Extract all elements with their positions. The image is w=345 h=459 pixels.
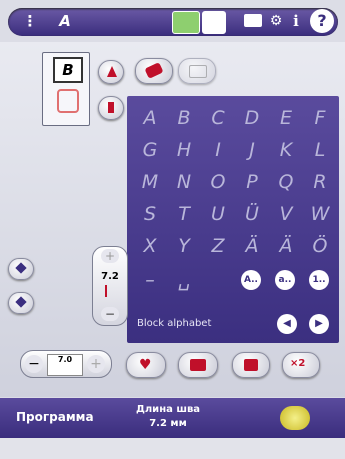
settings-icon[interactable]: ⚙	[266, 12, 286, 30]
letter-key[interactable]: X	[133, 230, 167, 262]
space-key[interactable]: ␣	[167, 264, 201, 296]
page-icon	[189, 65, 207, 78]
letter-key[interactable]: T	[167, 198, 201, 230]
alphabet-menu-label: A	[59, 12, 71, 30]
needle-stop-button[interactable]	[98, 96, 124, 120]
footer-strip	[0, 438, 345, 459]
letter-key[interactable]: Z	[201, 230, 235, 262]
width-plus-button[interactable]: +	[101, 249, 119, 263]
letter-key[interactable]: D	[235, 102, 269, 134]
letter-key[interactable]: P	[235, 166, 269, 198]
letter-key[interactable]: Ü	[235, 198, 269, 230]
letter-key[interactable]: V	[269, 198, 303, 230]
length-value: 7.0	[47, 354, 83, 376]
width-value: 7.2	[101, 271, 119, 282]
font-name-label: Block alphabet	[137, 318, 212, 329]
mirror-up-button[interactable]	[8, 258, 34, 280]
letter-key[interactable]: A	[133, 102, 167, 134]
repeat-icon: ×2	[290, 358, 306, 369]
length-title: Длина шва	[135, 404, 201, 415]
letter-key[interactable]: U	[201, 198, 235, 230]
color-icon	[244, 359, 258, 371]
width-minus-button[interactable]: −	[101, 307, 119, 321]
sew-mode-icon[interactable]	[172, 11, 200, 34]
presser-foot-icon[interactable]	[280, 406, 310, 430]
letter-key[interactable]: S	[133, 198, 167, 230]
letter-key[interactable]: Ä	[235, 230, 269, 262]
width-stepper: + 7.2 −	[92, 246, 128, 326]
presser-foot-preview: B	[42, 52, 90, 126]
letter-key[interactable]: Y	[167, 230, 201, 262]
top-toolbar: ⋮ A ⚙ i ?	[0, 0, 345, 42]
mirror-side-button[interactable]	[8, 292, 34, 314]
status-bar: Программа Длина шва 7.2 мм	[0, 398, 345, 438]
letter-key[interactable]: N	[167, 166, 201, 198]
letter-key[interactable]: B	[167, 102, 201, 134]
letter-key[interactable]: M	[133, 166, 167, 198]
letter-key[interactable]: Ä	[269, 230, 303, 262]
letter-key[interactable]: R	[303, 166, 337, 198]
favorite-button[interactable]: ♥	[126, 352, 166, 378]
prev-font-button[interactable]: ◀	[277, 314, 297, 334]
length-stepper: − 7.0 +	[20, 350, 112, 378]
info-icon[interactable]: i	[289, 12, 303, 30]
letter-key[interactable]: O	[201, 166, 235, 198]
folder-icon[interactable]	[244, 14, 262, 27]
save-button[interactable]	[178, 352, 218, 378]
length-plus-button[interactable]: +	[87, 355, 105, 373]
letter-key[interactable]: C	[201, 102, 235, 134]
red-bar-icon	[108, 102, 114, 113]
next-font-button[interactable]: ▶	[309, 314, 329, 334]
letter-key[interactable]: E	[269, 102, 303, 134]
width-indicator-icon	[105, 285, 107, 297]
stitch-menu-icon[interactable]: ⋮	[18, 12, 42, 30]
embroidery-mode-icon[interactable]	[202, 11, 226, 34]
heart-icon: ♥	[139, 357, 152, 373]
letter-key[interactable]: K	[269, 134, 303, 166]
letter-key[interactable]: W	[303, 198, 337, 230]
letter-key[interactable]: Q	[269, 166, 303, 198]
letter-key[interactable]: I	[201, 134, 235, 166]
lowercase-button[interactable]: a..	[275, 270, 295, 290]
letter-key[interactable]: F	[303, 102, 337, 134]
letter-key[interactable]: J	[235, 134, 269, 166]
letter-key[interactable]: G	[133, 134, 167, 166]
needle-up-button[interactable]	[98, 60, 124, 84]
letter-key[interactable]: H	[167, 134, 201, 166]
repeat-button[interactable]: ×2	[282, 352, 320, 378]
help-icon[interactable]: ?	[310, 9, 334, 33]
length-minus-button[interactable]: −	[25, 355, 43, 373]
help-label: ?	[317, 11, 327, 30]
letter-key[interactable]: Ö	[303, 230, 337, 262]
eraser-icon	[144, 62, 164, 79]
save-icon	[190, 359, 206, 371]
alphabet-menu-icon[interactable]: A	[52, 12, 78, 30]
stitch-letter: B	[53, 57, 83, 83]
uppercase-button[interactable]: A..	[241, 270, 261, 290]
eraser-button[interactable]	[135, 58, 173, 84]
dash-key[interactable]: –	[133, 264, 167, 296]
color-button[interactable]	[232, 352, 270, 378]
diamond-icon	[15, 296, 27, 308]
numbers-button[interactable]: 1..	[309, 270, 329, 290]
length-value-status: 7.2 мм	[149, 418, 187, 429]
letter-key[interactable]: L	[303, 134, 337, 166]
disabled-option-button[interactable]	[178, 58, 216, 84]
info-label: i	[293, 12, 299, 30]
diamond-icon	[15, 262, 27, 274]
program-label: Программа	[16, 410, 94, 424]
foot-outline	[57, 89, 79, 113]
red-triangle-icon	[107, 66, 117, 77]
alphabet-panel: A B C D E F G H I J K L M N O P Q R S T …	[127, 96, 339, 343]
